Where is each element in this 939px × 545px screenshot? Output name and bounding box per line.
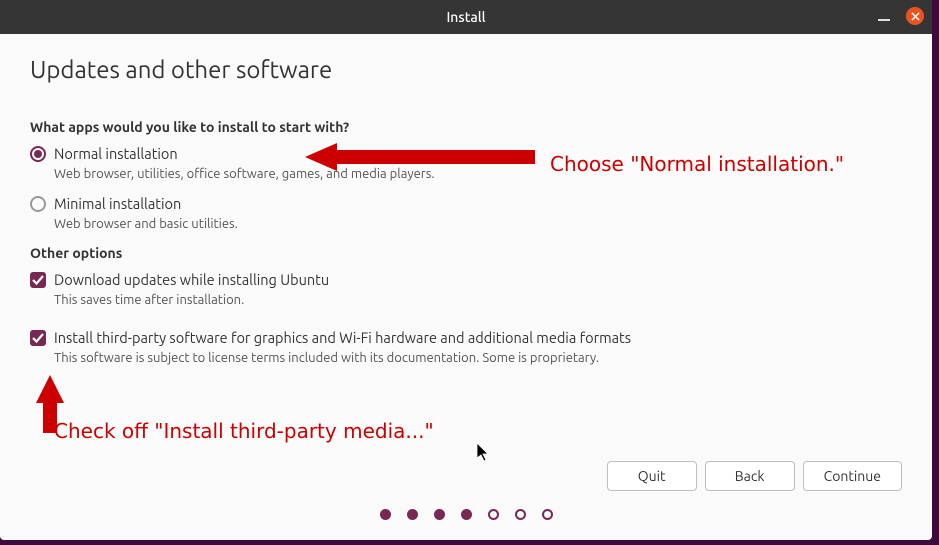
thirdparty-label: Install third-party software for graphic… bbox=[54, 329, 631, 346]
checkbox-icon[interactable] bbox=[30, 272, 46, 288]
minimal-install-option[interactable]: Minimal installation Web browser and bas… bbox=[30, 195, 902, 241]
continue-button[interactable]: Continue bbox=[803, 461, 902, 491]
progress-dot bbox=[407, 509, 418, 520]
page-title: Updates and other software bbox=[30, 56, 902, 83]
quit-button[interactable]: Quit bbox=[607, 461, 697, 491]
apps-question: What apps would you like to install to s… bbox=[30, 119, 902, 135]
installer-window: Install Updates and other software What … bbox=[0, 0, 932, 540]
progress-dots bbox=[0, 509, 932, 540]
content-area: Updates and other software What apps wou… bbox=[0, 34, 932, 461]
normal-install-desc: Web browser, utilities, office software,… bbox=[54, 167, 902, 181]
radio-icon[interactable] bbox=[30, 146, 46, 162]
other-options-label: Other options bbox=[30, 245, 902, 261]
download-updates-label: Download updates while installing Ubuntu bbox=[54, 271, 329, 288]
progress-dot bbox=[380, 509, 391, 520]
checkbox-icon[interactable] bbox=[30, 330, 46, 346]
close-icon[interactable] bbox=[906, 7, 924, 25]
minimal-install-label: Minimal installation bbox=[54, 195, 181, 212]
normal-install-label: Normal installation bbox=[54, 145, 178, 162]
thirdparty-desc: This software is subject to license term… bbox=[54, 351, 902, 365]
button-row: Quit Back Continue bbox=[0, 461, 932, 509]
thirdparty-option[interactable]: Install third-party software for graphic… bbox=[30, 329, 902, 375]
progress-dot bbox=[434, 509, 445, 520]
progress-dot bbox=[515, 509, 526, 520]
progress-dot bbox=[542, 509, 553, 520]
radio-icon[interactable] bbox=[30, 196, 46, 212]
progress-dot bbox=[488, 509, 499, 520]
back-button[interactable]: Back bbox=[705, 461, 795, 491]
titlebar: Install bbox=[0, 0, 932, 34]
normal-install-option[interactable]: Normal installation Web browser, utiliti… bbox=[30, 145, 902, 191]
window-title: Install bbox=[446, 9, 485, 25]
minimal-install-desc: Web browser and basic utilities. bbox=[54, 217, 902, 231]
progress-dot bbox=[461, 509, 472, 520]
download-updates-desc: This saves time after installation. bbox=[54, 293, 902, 307]
download-updates-option[interactable]: Download updates while installing Ubuntu… bbox=[30, 271, 902, 317]
minimize-icon[interactable] bbox=[878, 19, 890, 21]
